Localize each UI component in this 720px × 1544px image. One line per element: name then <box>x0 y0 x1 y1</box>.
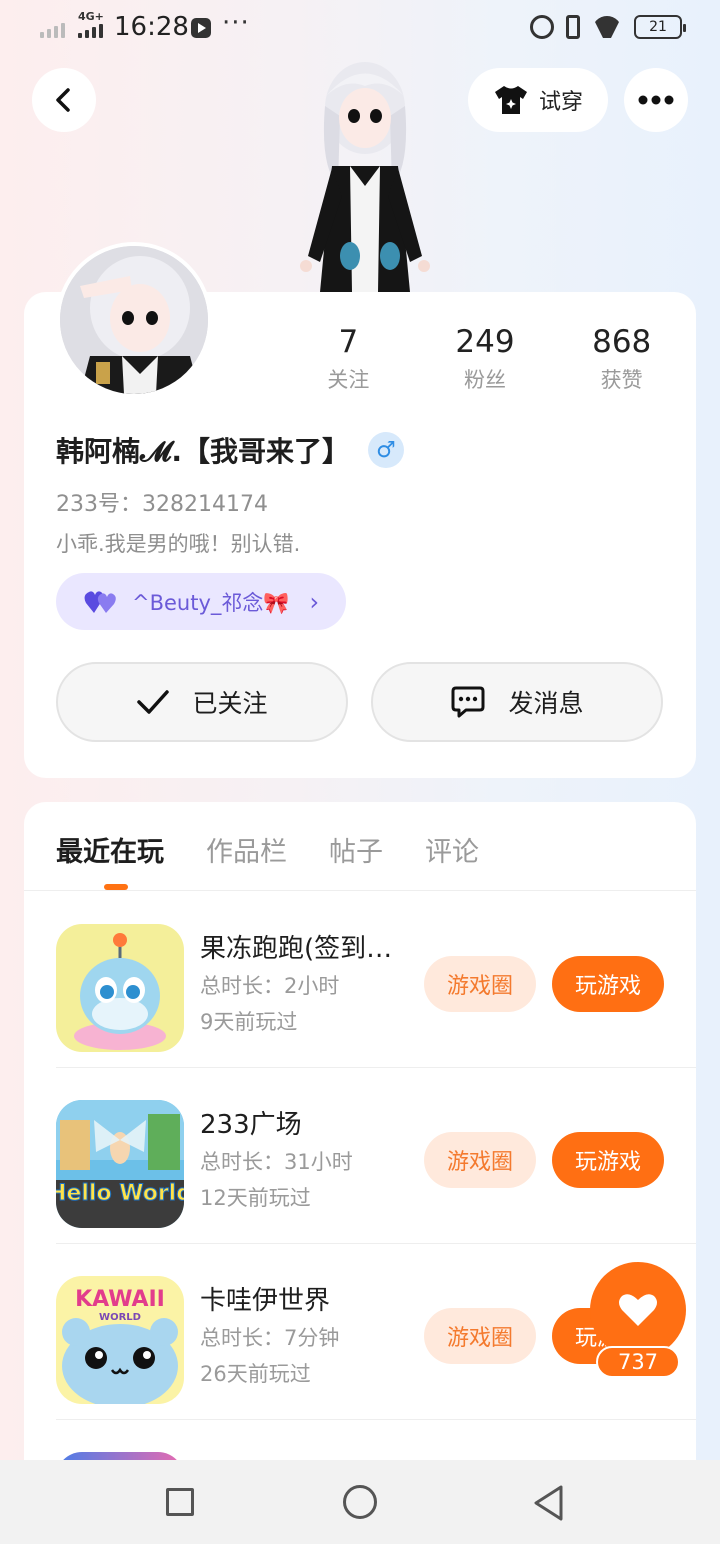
stat-label: 关注 <box>327 368 370 392</box>
avatar-character-figure[interactable] <box>290 56 440 294</box>
tab-posts[interactable]: 帖子 <box>329 830 383 869</box>
recent-games-card: 最近在玩 作品栏 帖子 评论 果冻跑跑(签到… 总时长：2小时 9天前玩过 游戏… <box>24 802 696 1544</box>
game-icon-image <box>56 924 184 1052</box>
try-on-button[interactable]: 试穿 <box>468 68 608 132</box>
stat-following[interactable]: 7 关注 <box>280 322 417 394</box>
signal-sim2-icon <box>78 24 103 38</box>
stat-label: 粉丝 <box>464 368 506 392</box>
avatar[interactable] <box>56 242 212 398</box>
play-game-button[interactable]: 玩游戏 <box>552 956 664 1012</box>
stat-value: 868 <box>592 324 652 360</box>
game-row[interactable]: 果冻跑跑(签到… 总时长：2小时 9天前玩过 游戏圈 玩游戏 <box>24 892 696 1068</box>
relationship-label: ^Beuty_祁念🎀 <box>132 590 290 615</box>
chevron-left-icon <box>56 88 70 112</box>
profile-stats: 7 关注 249 粉丝 868 获赞 <box>280 322 690 394</box>
game-duration: 总时长：2小时 <box>200 974 340 998</box>
game-icon-233-plaza[interactable]: Hello World <box>56 1100 184 1228</box>
game-circle-button[interactable]: 游戏圈 <box>424 956 536 1012</box>
avatar-image <box>60 246 208 394</box>
followed-label: 已关注 <box>192 689 268 718</box>
game-circle-button[interactable]: 游戏圈 <box>424 1308 536 1364</box>
nav-back-button[interactable] <box>532 1484 564 1522</box>
chat-bubble-icon <box>451 686 485 718</box>
game-title: 233广场 <box>200 1110 302 1140</box>
tab-works[interactable]: 作品栏 <box>206 830 287 869</box>
game-icon-kawaii-world[interactable]: KAWAII WORLD <box>56 1276 184 1404</box>
user-name: 韩阿楠𝓜.【我哥来了】 <box>56 435 350 468</box>
game-row[interactable]: Hello World 233广场 总时长：31小时 12天前玩过 游戏圈 玩游… <box>24 1068 696 1244</box>
stat-likes[interactable]: 868 获赞 <box>553 322 690 394</box>
stat-value: 7 <box>338 324 359 360</box>
game-title: 卡哇伊世界 <box>200 1286 331 1316</box>
game-last-played: 26天前玩过 <box>200 1362 311 1386</box>
heart-icon <box>619 1294 657 1326</box>
like-button[interactable] <box>590 1262 686 1358</box>
game-icon-image: KAWAII WORLD <box>56 1276 184 1404</box>
more-dots-icon <box>638 95 674 105</box>
game-last-played: 9天前玩过 <box>200 1010 298 1034</box>
double-heart-icon <box>84 590 116 613</box>
try-on-label: 试穿 <box>538 90 583 115</box>
game-icon-jelly-run[interactable] <box>56 924 184 1052</box>
play-game-button[interactable]: 玩游戏 <box>552 1132 664 1188</box>
game-last-played: 12天前玩过 <box>200 1186 311 1210</box>
user-id: 233号：328214174 <box>56 492 268 517</box>
status-bar: 4G+ 16:28 ··· 21 <box>0 0 720 58</box>
male-icon: ♂ <box>368 432 404 468</box>
stat-fans[interactable]: 249 粉丝 <box>417 322 554 394</box>
game-icon-subtext: WORLD <box>99 1312 141 1323</box>
game-icon-text: Hello World <box>56 1181 184 1206</box>
stat-label: 获赞 <box>600 368 643 392</box>
checkmark-icon <box>137 690 170 714</box>
tabs-divider <box>24 890 696 891</box>
battery-icon: 21 <box>634 15 686 39</box>
name-row: 韩阿楠𝓜.【我哥来了】 ♂ <box>56 430 404 470</box>
game-icon-image: Hello World <box>56 1100 184 1228</box>
tab-recent-play[interactable]: 最近在玩 <box>56 830 164 869</box>
signal-sim1-icon <box>40 16 65 38</box>
alarm-icon <box>530 15 554 39</box>
game-duration: 总时长：31小时 <box>200 1150 353 1174</box>
home-button[interactable] <box>343 1485 377 1519</box>
wifi-icon <box>592 16 622 38</box>
status-more-indicator: ··· <box>222 8 250 38</box>
tshirt-icon <box>494 86 527 114</box>
game-circle-button[interactable]: 游戏圈 <box>424 1132 536 1188</box>
tab-comments[interactable]: 评论 <box>425 830 479 869</box>
more-options-button[interactable] <box>624 68 688 132</box>
media-playing-icon <box>191 18 211 38</box>
followed-button[interactable]: 已关注 <box>56 662 348 742</box>
user-bio: 小乖.我是男的哦！别认错. <box>56 532 301 556</box>
game-duration: 总时长：7分钟 <box>200 1326 340 1350</box>
profile-tabs: 最近在玩 作品栏 帖子 评论 <box>56 830 479 869</box>
back-button[interactable] <box>32 68 96 132</box>
like-count: 737 <box>596 1346 680 1378</box>
stat-value: 249 <box>455 324 515 360</box>
game-icon-text: KAWAII <box>75 1287 165 1312</box>
send-message-button[interactable]: 发消息 <box>371 662 663 742</box>
game-title: 果冻跑跑(签到… <box>200 934 393 964</box>
network-type: 4G+ <box>78 10 104 23</box>
send-message-label: 发消息 <box>508 689 584 718</box>
system-nav-bar <box>0 1460 720 1544</box>
recent-apps-button[interactable] <box>166 1488 194 1516</box>
vibrate-icon <box>566 15 580 39</box>
relationship-chip[interactable]: ^Beuty_祁念🎀 › <box>56 573 346 630</box>
chevron-right-icon: › <box>309 587 320 616</box>
status-time: 16:28 <box>114 12 189 42</box>
